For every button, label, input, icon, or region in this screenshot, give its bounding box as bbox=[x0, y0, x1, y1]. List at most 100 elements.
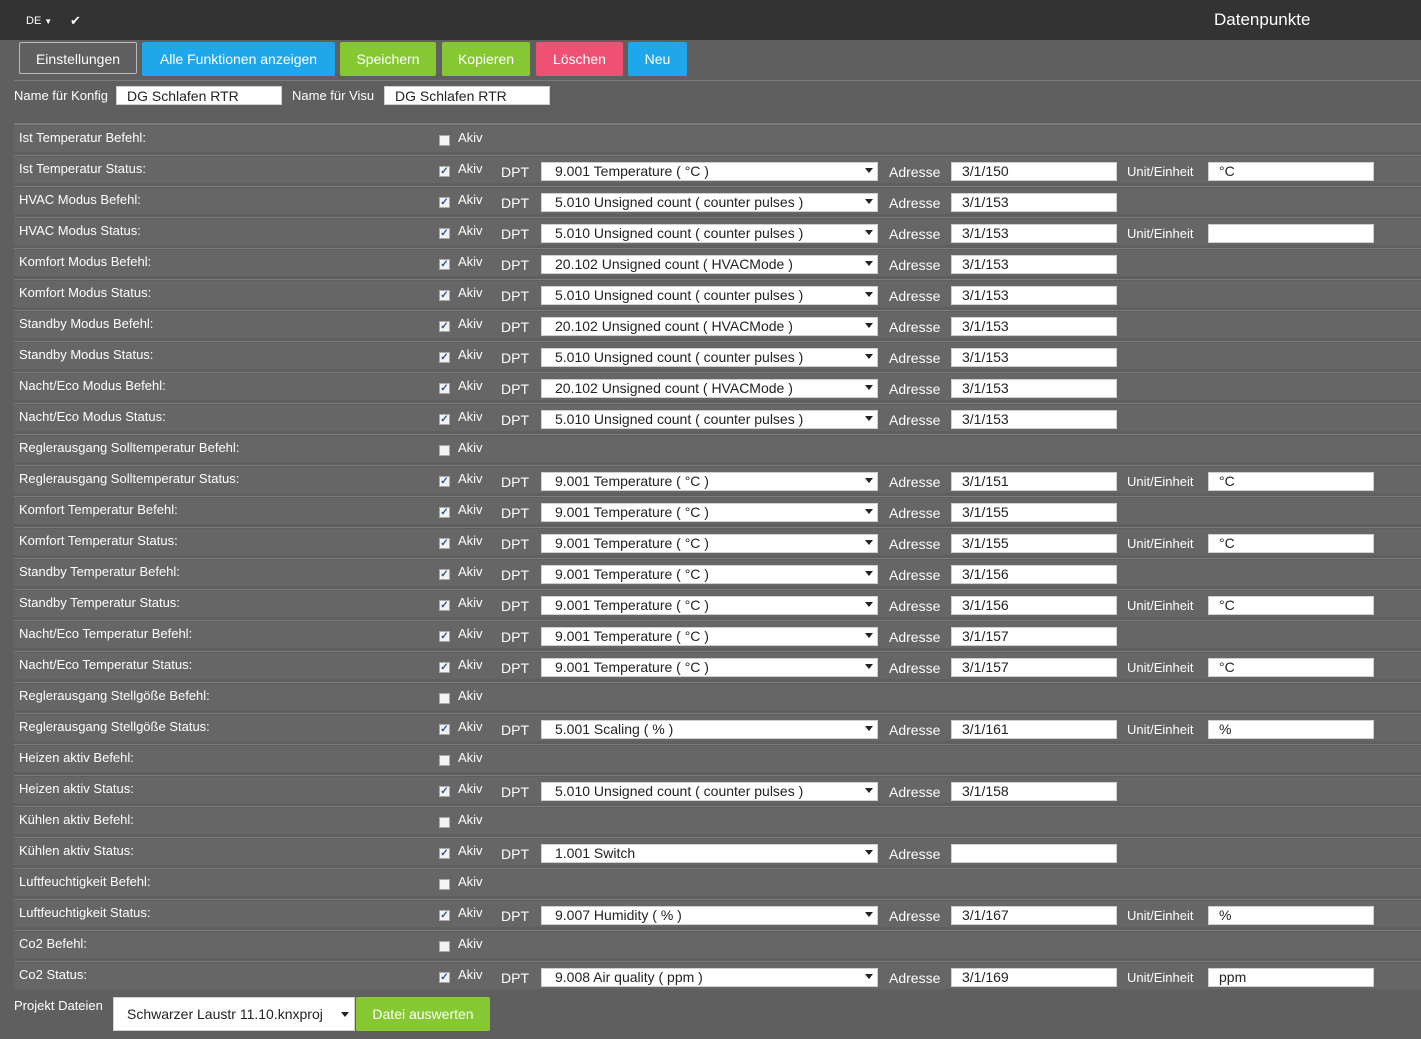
dpt-select[interactable]: 5.010 Unsigned count ( counter pulses ) bbox=[541, 410, 878, 429]
active-checkbox[interactable] bbox=[439, 941, 450, 952]
active-checkbox[interactable]: ✓ bbox=[439, 383, 450, 394]
dpt-select[interactable]: 9.001 Temperature ( °C ) bbox=[541, 162, 878, 181]
address-input[interactable]: 3/1/153 bbox=[951, 193, 1117, 212]
address-input[interactable] bbox=[951, 844, 1117, 863]
active-checkbox[interactable]: ✓ bbox=[439, 631, 450, 642]
unit-input[interactable]: ppm bbox=[1208, 968, 1374, 987]
unit-input[interactable]: °C bbox=[1208, 534, 1374, 553]
datapoint-label: Reglerausgang Solltemperatur Befehl: bbox=[19, 440, 240, 455]
unit-input[interactable]: °C bbox=[1208, 472, 1374, 491]
dpt-select[interactable]: 5.010 Unsigned count ( counter pulses ) bbox=[541, 286, 878, 305]
dpt-select[interactable]: 20.102 Unsigned count ( HVACMode ) bbox=[541, 379, 878, 398]
datapoint-label: Nacht/Eco Temperatur Status: bbox=[19, 657, 193, 672]
dpt-select[interactable]: 9.008 Air quality ( ppm ) bbox=[541, 968, 878, 987]
konfig-name-input[interactable]: DG Schlafen RTR bbox=[116, 86, 282, 105]
address-input[interactable]: 3/1/151 bbox=[951, 472, 1117, 491]
dpt-select[interactable]: 5.010 Unsigned count ( counter pulses ) bbox=[541, 348, 878, 367]
address-input[interactable]: 3/1/153 bbox=[951, 286, 1117, 305]
dpt-select[interactable]: 9.001 Temperature ( °C ) bbox=[541, 565, 878, 584]
dpt-select[interactable]: 5.010 Unsigned count ( counter pulses ) bbox=[541, 782, 878, 801]
active-checkbox[interactable]: ✓ bbox=[439, 414, 450, 425]
address-input[interactable]: 3/1/153 bbox=[951, 379, 1117, 398]
unit-input[interactable]: °C bbox=[1208, 162, 1374, 181]
dpt-select[interactable]: 20.102 Unsigned count ( HVACMode ) bbox=[541, 317, 878, 336]
active-checkbox[interactable]: ✓ bbox=[439, 600, 450, 611]
active-checkbox[interactable]: ✓ bbox=[439, 507, 450, 518]
visu-name-input[interactable]: DG Schlafen RTR bbox=[384, 86, 550, 105]
active-checkbox[interactable] bbox=[439, 135, 450, 146]
dpt-select[interactable]: 1.001 Switch bbox=[541, 844, 878, 863]
chevron-down-icon bbox=[865, 726, 873, 731]
active-checkbox[interactable]: ✓ bbox=[439, 724, 450, 735]
unit-input[interactable] bbox=[1208, 224, 1374, 243]
chevron-down-icon bbox=[865, 571, 873, 576]
address-input[interactable]: 3/1/161 bbox=[951, 720, 1117, 739]
delete-button[interactable]: Löschen bbox=[536, 42, 623, 76]
datapoint-label: Komfort Modus Befehl: bbox=[19, 254, 152, 269]
dpt-select[interactable]: 5.001 Scaling ( % ) bbox=[541, 720, 878, 739]
row-divider bbox=[14, 155, 1421, 156]
address-input[interactable]: 3/1/153 bbox=[951, 255, 1117, 274]
new-button[interactable]: Neu bbox=[628, 42, 687, 76]
check-icon[interactable]: ✔ bbox=[70, 13, 81, 29]
copy-button[interactable]: Kopieren bbox=[442, 42, 530, 76]
dpt-select[interactable]: 20.102 Unsigned count ( HVACMode ) bbox=[541, 255, 878, 274]
settings-button[interactable]: Einstellungen bbox=[19, 42, 137, 74]
address-input[interactable]: 3/1/153 bbox=[951, 224, 1117, 243]
unit-input[interactable]: % bbox=[1208, 906, 1374, 925]
address-input[interactable]: 3/1/155 bbox=[951, 503, 1117, 522]
evaluate-file-button[interactable]: Datei auswerten bbox=[356, 997, 490, 1031]
chevron-down-icon bbox=[865, 354, 873, 359]
dpt-select[interactable]: 9.001 Temperature ( °C ) bbox=[541, 658, 878, 677]
active-checkbox[interactable]: ✓ bbox=[439, 910, 450, 921]
address-input[interactable]: 3/1/153 bbox=[951, 348, 1117, 367]
address-input[interactable]: 3/1/155 bbox=[951, 534, 1117, 553]
active-checkbox[interactable]: ✓ bbox=[439, 352, 450, 363]
address-input[interactable]: 3/1/156 bbox=[951, 565, 1117, 584]
active-checkbox[interactable]: ✓ bbox=[439, 290, 450, 301]
project-file-select[interactable]: Schwarzer Laustr 11.10.knxproj bbox=[113, 997, 355, 1031]
address-input[interactable]: 3/1/153 bbox=[951, 317, 1117, 336]
active-checkbox[interactable] bbox=[439, 879, 450, 890]
active-checkbox[interactable]: ✓ bbox=[439, 569, 450, 580]
dpt-select[interactable]: 5.010 Unsigned count ( counter pulses ) bbox=[541, 224, 878, 243]
active-checkbox[interactable]: ✓ bbox=[439, 197, 450, 208]
active-checkbox[interactable]: ✓ bbox=[439, 321, 450, 332]
unit-input[interactable]: % bbox=[1208, 720, 1374, 739]
address-input[interactable]: 3/1/156 bbox=[951, 596, 1117, 615]
active-checkbox[interactable]: ✓ bbox=[439, 538, 450, 549]
active-checkbox[interactable]: ✓ bbox=[439, 259, 450, 270]
unit-input[interactable]: °C bbox=[1208, 658, 1374, 677]
active-checkbox[interactable]: ✓ bbox=[439, 228, 450, 239]
active-checkbox[interactable]: ✓ bbox=[439, 972, 450, 983]
active-checkbox[interactable] bbox=[439, 817, 450, 828]
dpt-select[interactable]: 9.001 Temperature ( °C ) bbox=[541, 596, 878, 615]
active-checkbox[interactable]: ✓ bbox=[439, 166, 450, 177]
active-checkbox[interactable]: ✓ bbox=[439, 476, 450, 487]
dpt-select[interactable]: 9.001 Temperature ( °C ) bbox=[541, 503, 878, 522]
dpt-select[interactable]: 9.001 Temperature ( °C ) bbox=[541, 627, 878, 646]
dpt-select[interactable]: 9.001 Temperature ( °C ) bbox=[541, 472, 878, 491]
active-checkbox[interactable]: ✓ bbox=[439, 786, 450, 797]
active-label: Akiv bbox=[458, 192, 483, 207]
dpt-select[interactable]: 9.001 Temperature ( °C ) bbox=[541, 534, 878, 553]
unit-input[interactable]: °C bbox=[1208, 596, 1374, 615]
show-all-functions-button[interactable]: Alle Funktionen anzeigen bbox=[142, 42, 335, 76]
dpt-select[interactable]: 9.007 Humidity ( % ) bbox=[541, 906, 878, 925]
row-divider bbox=[14, 217, 1421, 218]
address-input[interactable]: 3/1/158 bbox=[951, 782, 1117, 801]
save-button[interactable]: Speichern bbox=[340, 42, 436, 76]
active-checkbox[interactable] bbox=[439, 445, 450, 456]
active-checkbox[interactable] bbox=[439, 755, 450, 766]
active-checkbox[interactable] bbox=[439, 693, 450, 704]
address-input[interactable]: 3/1/169 bbox=[951, 968, 1117, 987]
language-dropdown[interactable]: DE ▼ bbox=[26, 15, 52, 27]
dpt-select[interactable]: 5.010 Unsigned count ( counter pulses ) bbox=[541, 193, 878, 212]
address-input[interactable]: 3/1/153 bbox=[951, 410, 1117, 429]
active-checkbox[interactable]: ✓ bbox=[439, 848, 450, 859]
address-input[interactable]: 3/1/157 bbox=[951, 658, 1117, 677]
address-input[interactable]: 3/1/150 bbox=[951, 162, 1117, 181]
address-input[interactable]: 3/1/167 bbox=[951, 906, 1117, 925]
active-checkbox[interactable]: ✓ bbox=[439, 662, 450, 673]
address-input[interactable]: 3/1/157 bbox=[951, 627, 1117, 646]
